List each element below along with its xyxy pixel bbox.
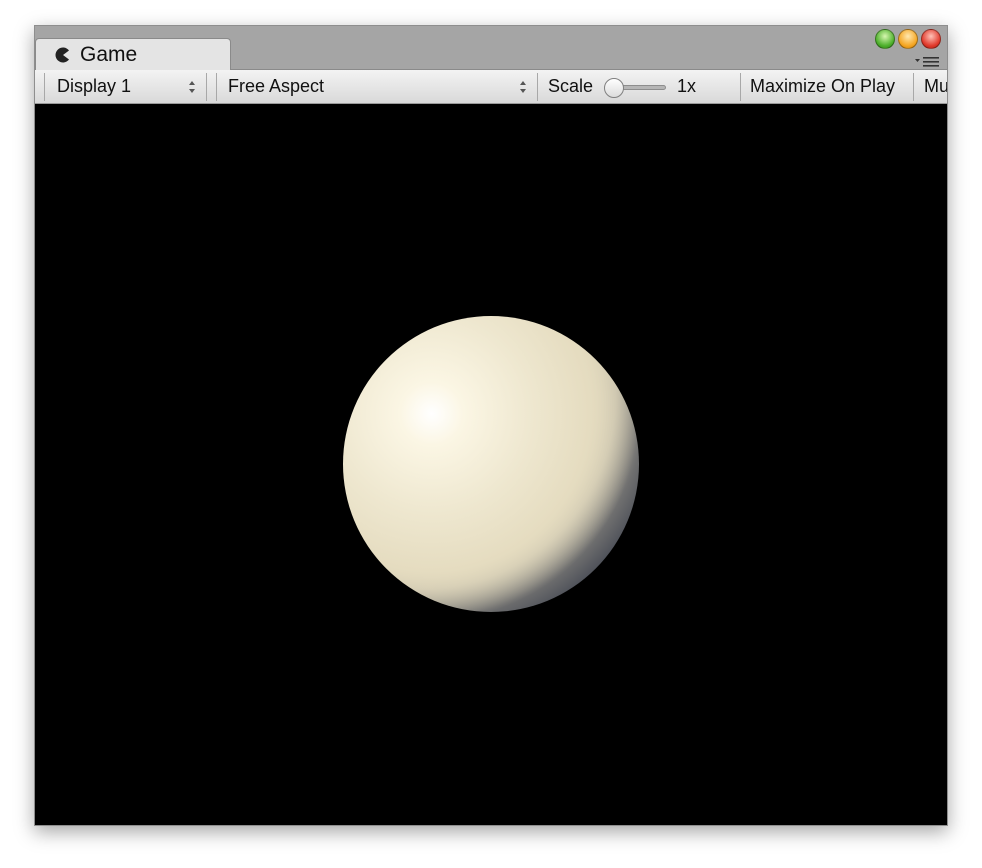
maximize-on-play-label: Maximize On Play bbox=[750, 76, 896, 96]
game-viewport[interactable] bbox=[35, 104, 947, 825]
tab-bar: Game bbox=[35, 26, 947, 70]
display-select-label: Display 1 bbox=[57, 76, 132, 96]
panel-menu-icon[interactable] bbox=[915, 55, 939, 69]
mute-audio-label: Mu bbox=[924, 76, 948, 96]
updown-arrows-icon bbox=[189, 81, 195, 93]
display-select[interactable]: Display 1 bbox=[45, 70, 205, 103]
sphere bbox=[343, 316, 639, 612]
game-window: Game Display 1 Free Aspect Scale 1x Maxi… bbox=[34, 25, 948, 826]
mute-audio-button[interactable]: Mu bbox=[914, 70, 948, 103]
minimize-button[interactable] bbox=[898, 29, 918, 49]
tab-title: Game bbox=[80, 42, 138, 66]
scale-value: 1x bbox=[677, 76, 697, 96]
scale-slider-knob[interactable] bbox=[604, 78, 624, 98]
scale-label: Scale bbox=[548, 76, 594, 96]
window-controls bbox=[875, 29, 941, 49]
toolbar-separator bbox=[206, 73, 207, 101]
aspect-select-label: Free Aspect bbox=[228, 76, 325, 96]
aspect-select[interactable]: Free Aspect bbox=[217, 70, 536, 103]
zoom-button[interactable] bbox=[875, 29, 895, 49]
scale-control: Scale 1x bbox=[538, 70, 740, 103]
tab-game[interactable]: Game bbox=[35, 38, 231, 70]
maximize-on-play-button[interactable]: Maximize On Play bbox=[741, 70, 909, 103]
updown-arrows-icon bbox=[520, 81, 526, 93]
pacman-icon bbox=[55, 47, 69, 62]
close-button[interactable] bbox=[921, 29, 941, 49]
game-toolbar: Display 1 Free Aspect Scale 1x Maximize … bbox=[35, 70, 947, 104]
